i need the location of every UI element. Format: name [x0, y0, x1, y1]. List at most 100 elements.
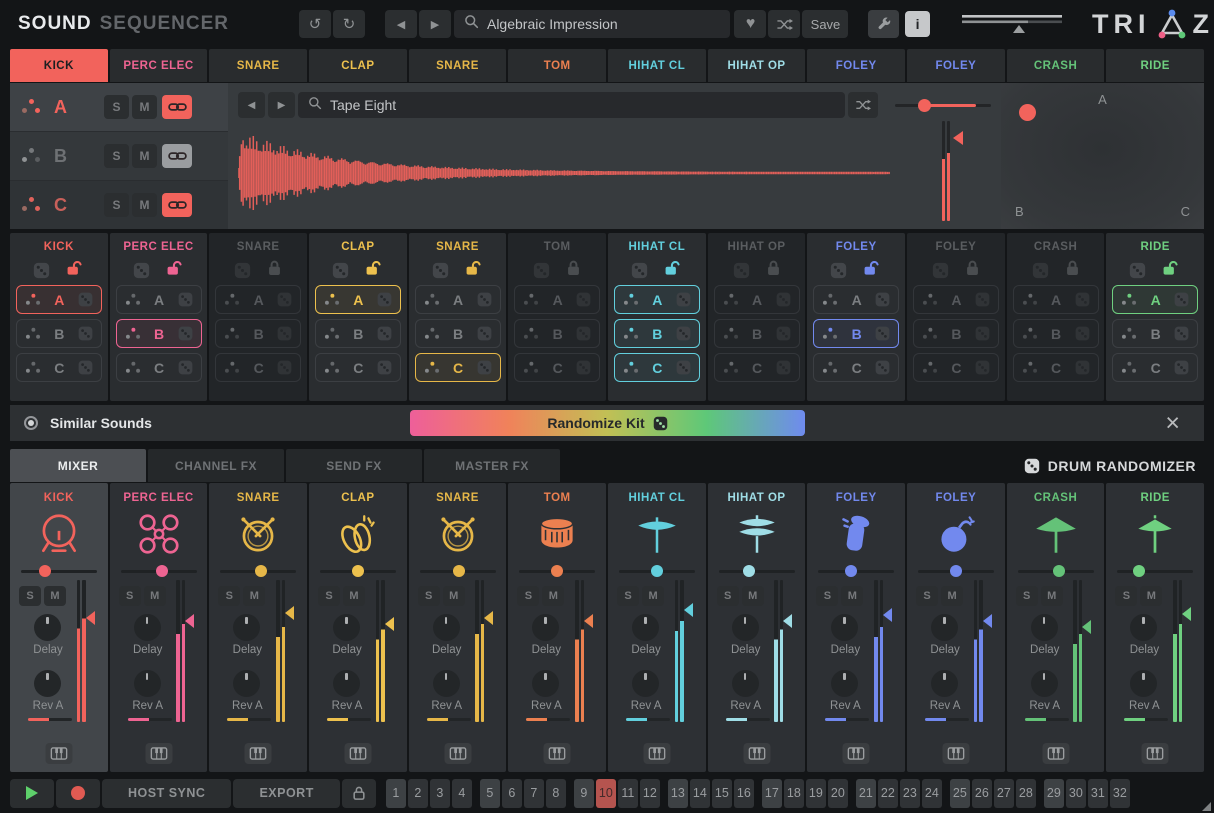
- step-18[interactable]: 18: [784, 779, 804, 808]
- slot-randomize-dice-icon[interactable]: [1174, 292, 1189, 307]
- slot-foley-c[interactable]: C: [913, 353, 999, 382]
- delay-knob[interactable]: [1130, 614, 1157, 641]
- step-17[interactable]: 17: [762, 779, 782, 808]
- fx-tab-channel-fx[interactable]: CHANNEL FX: [148, 449, 284, 482]
- lock-open-icon[interactable]: [664, 259, 683, 281]
- slot-randomize-dice-icon[interactable]: [676, 360, 691, 375]
- solo-button[interactable]: S: [717, 586, 739, 606]
- slot-foley-b[interactable]: B: [813, 319, 899, 348]
- volume-slider[interactable]: [619, 564, 695, 578]
- mute-button[interactable]: M: [841, 586, 863, 606]
- slot-randomize-dice-icon[interactable]: [177, 292, 192, 307]
- close-icon[interactable]: ×: [1165, 411, 1180, 436]
- solo-button[interactable]: S: [418, 586, 440, 606]
- solo-button[interactable]: S: [19, 586, 41, 606]
- step-15[interactable]: 15: [712, 779, 732, 808]
- slot-foley-a[interactable]: A: [813, 285, 899, 314]
- solo-button[interactable]: S: [1016, 586, 1038, 606]
- keyboard-output-icon[interactable]: [45, 743, 72, 764]
- slot-randomize-dice-icon[interactable]: [975, 326, 990, 341]
- slot-randomize-dice-icon[interactable]: [177, 360, 192, 375]
- lock-open-icon[interactable]: [1162, 259, 1181, 281]
- slot-tom-b[interactable]: B: [514, 319, 600, 348]
- volume-slider[interactable]: [818, 564, 894, 578]
- solo-button[interactable]: S: [1115, 586, 1137, 606]
- shuffle-sample-icon[interactable]: [848, 92, 878, 118]
- keyboard-output-icon[interactable]: [145, 743, 172, 764]
- slot-clap-c[interactable]: C: [315, 353, 401, 382]
- layer-mute-button[interactable]: M: [132, 95, 157, 119]
- layer-solo-button[interactable]: S: [104, 95, 129, 119]
- step-2[interactable]: 2: [408, 779, 428, 808]
- step-20[interactable]: 20: [828, 779, 848, 808]
- keyboard-output-icon[interactable]: [942, 743, 969, 764]
- track-tab-perc-elec-2[interactable]: PERC ELEC: [110, 49, 208, 82]
- track-tab-ride-12[interactable]: RIDE: [1106, 49, 1204, 82]
- slot-randomize-dice-icon[interactable]: [676, 326, 691, 341]
- slot-randomize-dice-icon[interactable]: [1174, 326, 1189, 341]
- sample-pan-slider[interactable]: [895, 92, 991, 118]
- export-button[interactable]: EXPORT: [233, 779, 339, 808]
- mute-button[interactable]: M: [941, 586, 963, 606]
- slot-randomize-dice-icon[interactable]: [775, 360, 790, 375]
- track-tab-hihat-op-8[interactable]: HIHAT OP: [708, 49, 806, 82]
- delay-knob[interactable]: [1031, 614, 1058, 641]
- keyboard-output-icon[interactable]: [643, 743, 670, 764]
- track-tab-tom-6[interactable]: TOM: [508, 49, 606, 82]
- slot-randomize-dice-icon[interactable]: [78, 292, 93, 307]
- lock-closed-icon[interactable]: [267, 259, 282, 281]
- delay-knob[interactable]: [433, 614, 460, 641]
- step-32[interactable]: 32: [1110, 779, 1130, 808]
- delay-knob[interactable]: [134, 614, 161, 641]
- slot-randomize-dice-icon[interactable]: [775, 326, 790, 341]
- preset-search-input[interactable]: [487, 16, 721, 32]
- step-30[interactable]: 30: [1066, 779, 1086, 808]
- slot-snare-c[interactable]: C: [415, 353, 501, 382]
- step-14[interactable]: 14: [690, 779, 710, 808]
- slot-randomize-dice-icon[interactable]: [975, 360, 990, 375]
- column-randomize-dice-icon[interactable]: [234, 262, 251, 279]
- slot-randomize-dice-icon[interactable]: [377, 326, 392, 341]
- slot-snare-b[interactable]: B: [215, 319, 301, 348]
- slot-hihat-op-c[interactable]: C: [714, 353, 800, 382]
- preset-search[interactable]: [454, 10, 731, 38]
- slot-randomize-dice-icon[interactable]: [576, 360, 591, 375]
- volume-slider[interactable]: [420, 564, 496, 578]
- slot-ride-a[interactable]: A: [1112, 285, 1198, 314]
- step-13[interactable]: 13: [668, 779, 688, 808]
- mute-button[interactable]: M: [44, 586, 66, 606]
- step-28[interactable]: 28: [1016, 779, 1036, 808]
- step-26[interactable]: 26: [972, 779, 992, 808]
- mute-button[interactable]: M: [144, 586, 166, 606]
- mute-button[interactable]: M: [343, 586, 365, 606]
- layer-link-icon[interactable]: [162, 144, 192, 168]
- reverb-knob[interactable]: [1031, 670, 1058, 697]
- mute-button[interactable]: M: [443, 586, 465, 606]
- step-10[interactable]: 10: [596, 779, 616, 808]
- solo-button[interactable]: S: [218, 586, 240, 606]
- keyboard-output-icon[interactable]: [1142, 743, 1169, 764]
- solo-button[interactable]: S: [119, 586, 141, 606]
- mute-button[interactable]: M: [742, 586, 764, 606]
- slot-perc-elec-a[interactable]: A: [116, 285, 202, 314]
- delay-knob[interactable]: [732, 614, 759, 641]
- slot-foley-c[interactable]: C: [813, 353, 899, 382]
- volume-slider[interactable]: [719, 564, 795, 578]
- column-randomize-dice-icon[interactable]: [133, 262, 150, 279]
- step-8[interactable]: 8: [546, 779, 566, 808]
- mute-button[interactable]: M: [642, 586, 664, 606]
- step-9[interactable]: 9: [574, 779, 594, 808]
- volume-slider[interactable]: [519, 564, 595, 578]
- settings-wrench-icon[interactable]: [868, 10, 899, 38]
- track-tab-kick-1[interactable]: KICK: [10, 49, 108, 82]
- layer-mute-button[interactable]: M: [132, 193, 157, 217]
- volume-slider[interactable]: [121, 564, 197, 578]
- mute-button[interactable]: M: [542, 586, 564, 606]
- drum-randomizer[interactable]: DRUM RANDOMIZER: [1024, 449, 1204, 482]
- shuffle-preset-icon[interactable]: [768, 10, 800, 38]
- slot-randomize-dice-icon[interactable]: [277, 360, 292, 375]
- lock-open-icon[interactable]: [465, 259, 484, 281]
- step-29[interactable]: 29: [1044, 779, 1064, 808]
- reverb-knob[interactable]: [134, 670, 161, 697]
- slot-ride-c[interactable]: C: [1112, 353, 1198, 382]
